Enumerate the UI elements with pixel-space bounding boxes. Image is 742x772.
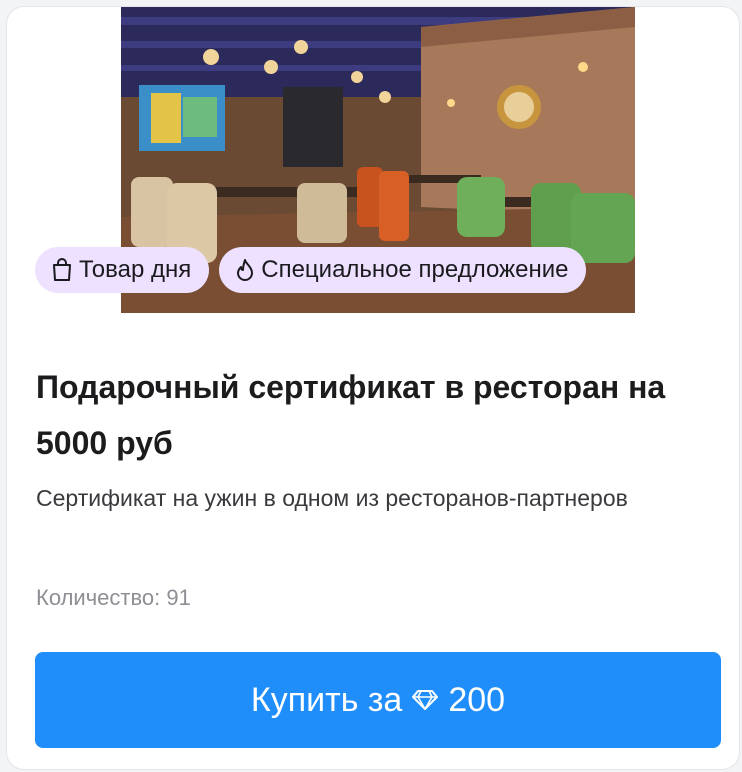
price-value: 200: [448, 680, 506, 719]
product-description: Сертификат на ужин в одном из ресторанов…: [36, 485, 628, 511]
buy-label: Купить за: [250, 680, 403, 719]
badge-product-of-day: Товар дня: [35, 247, 210, 293]
diamond-icon: [412, 690, 439, 710]
badge-row: Товар дня Специальное предложение: [35, 247, 587, 293]
buy-button[interactable]: Купить за 200: [35, 652, 721, 748]
product-title: Подарочный сертификат в ресторан на 5000…: [36, 369, 666, 461]
badge-label: Специальное предложение: [261, 256, 569, 283]
flame-icon: [237, 259, 254, 281]
badge-label: Товар дня: [79, 256, 192, 283]
shopping-bag-icon: [53, 258, 71, 281]
quantity-label: Количество: 91: [36, 585, 191, 610]
badge-special-offer: Специальное предложение: [219, 247, 587, 293]
product-card: Товар дня Специальное предложение Подаро…: [6, 6, 740, 770]
